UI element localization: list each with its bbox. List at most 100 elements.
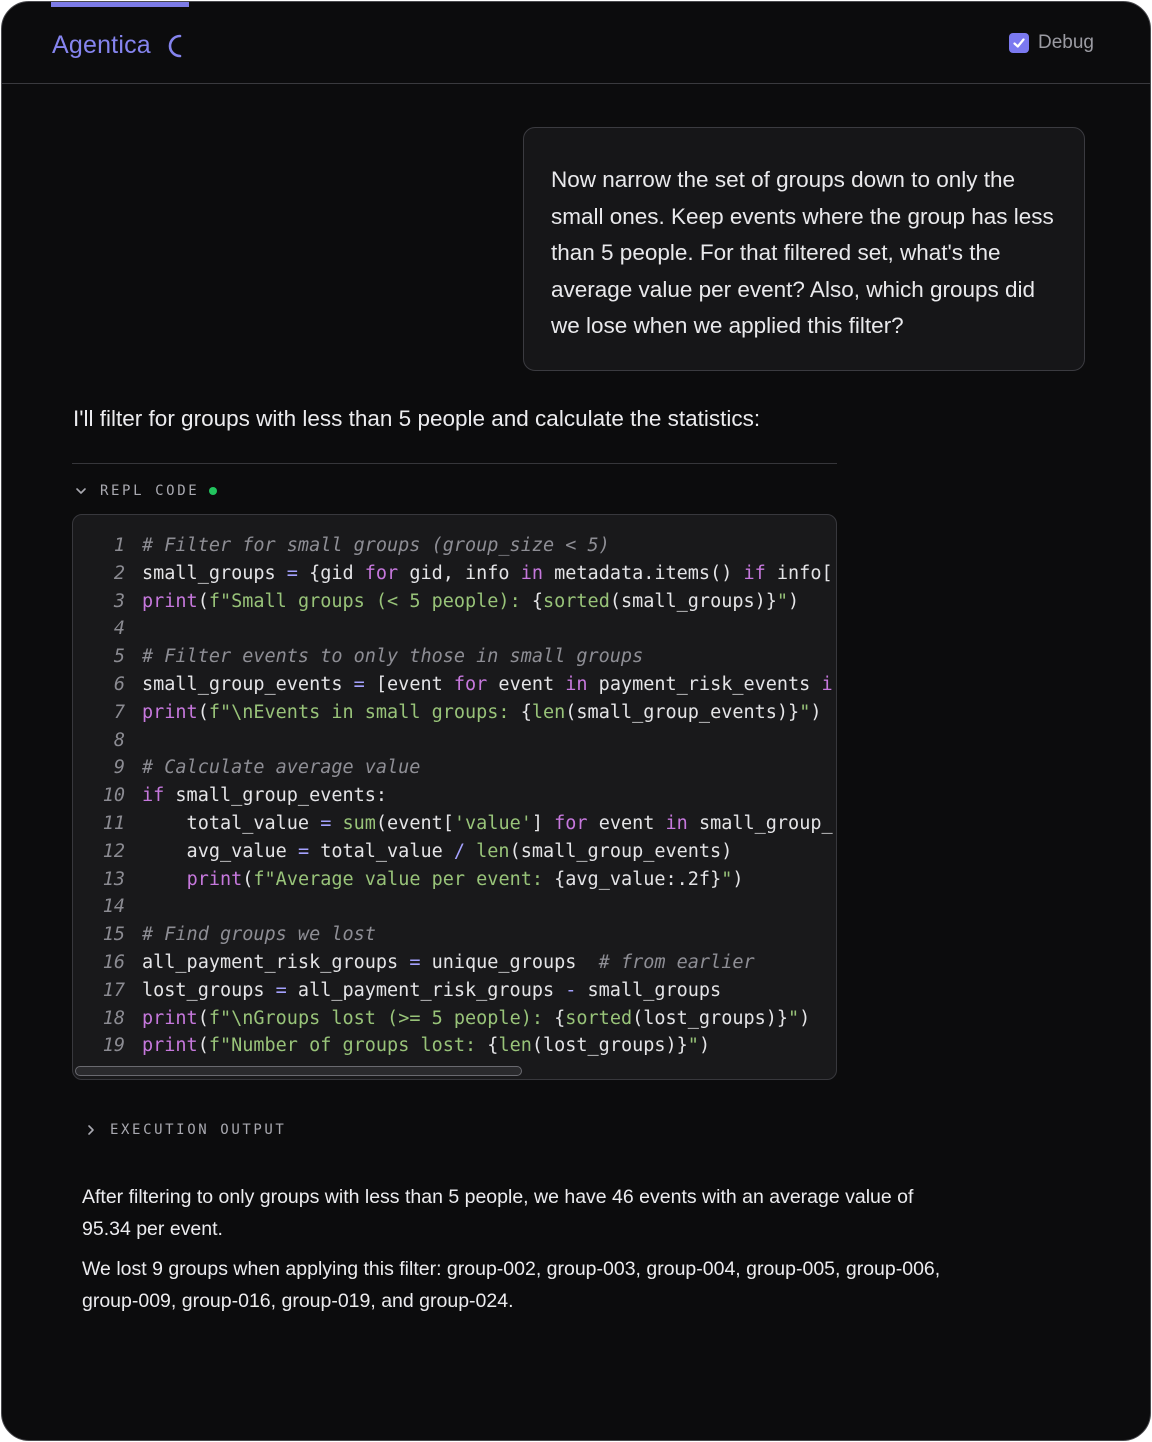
code-token: sorted [565,1007,633,1029]
code-line: 6 small_group_events = [event for event i… [73,671,836,699]
code-token: payment_risk_events [587,673,822,695]
code-text: print(f"\nEvents in small groups: {len(s… [125,699,821,727]
code-token: = [286,562,298,584]
code-token: all_payment_risk_groups [286,979,566,1001]
code-line: 8 [73,727,836,755]
scrollbar-thumb[interactable] [75,1066,522,1076]
code-token: in [520,562,543,584]
code-line: 2 small_groups = {gid for gid, info in me… [73,560,836,588]
code-token: ) [788,590,800,612]
code-text: # Calculate average value [125,754,420,782]
code-token: " [799,701,811,723]
code-token: print [186,868,243,890]
code-line: 3 print(f"Small groups (< 5 people): {sor… [73,588,836,616]
code-text: total_value = sum(event['value'] for eve… [125,810,833,838]
code-line: 1 # Filter for small groups (group_size <… [73,532,836,560]
code-token: { [487,1035,499,1057]
code-token: sorted [543,590,610,612]
brand: Agentica [52,31,187,60]
repl-code-label: REPL CODE [100,483,200,499]
code-token: # Calculate average value [142,757,421,779]
code-token: print [142,590,198,612]
line-number: 9 [113,757,125,779]
line-number: 3 [113,590,125,612]
code-line: 7 print(f"\nEvents in small groups: {len(… [73,699,836,727]
code-token: { [554,1007,566,1029]
code-token: # Find groups we lost [142,924,376,946]
code-token: f"Average value per event: [253,868,555,890]
execution-output-label: EXECUTION OUTPUT [110,1122,287,1138]
code-token: avg_value [142,840,298,862]
code-token: for [364,562,399,584]
debug-toggle[interactable]: Debug [1009,32,1094,54]
line-number: 6 [113,673,125,695]
code-token: if [142,785,165,807]
code-token: len [531,701,566,723]
line-number: 14 [102,896,125,918]
line-number: 12 [102,840,125,862]
code-text: # Filter events to only those in small g… [125,643,643,671]
code-token: ( [197,701,209,723]
code-token: - [565,979,577,1001]
code-token: total_value [142,812,321,834]
code-lines: 1 # Filter for small groups (group_size <… [73,532,836,1060]
line-number: 2 [113,562,125,584]
user-message-text: Now narrow the set of groups down to onl… [551,167,1054,339]
code-token: (small_groups)} [609,590,777,612]
code-token: ( [197,1007,209,1029]
app-window: Agentica Debug Now narrow the set of gro… [1,1,1151,1441]
line-number: 1 [113,535,125,556]
code-token: " [776,590,789,612]
code-token: small_group_ [687,812,833,834]
code-token: (small_group_events)} [565,701,800,723]
code-line: 5 # Filter events to only those in small … [73,643,836,671]
line-number: 5 [113,646,125,668]
debug-checkbox[interactable] [1009,33,1029,53]
code-token: event [587,812,666,834]
code-token: print [142,1007,198,1029]
line-number: 17 [102,979,125,1001]
code-token: {avg_value:.2f} [554,868,722,890]
assistant-intro: I'll filter for groups with less than 5 … [73,406,761,431]
line-number: 4 [113,618,125,640]
code-token: lost_groups [142,979,276,1001]
code-token: ( [242,868,254,890]
code-text: print(f"\nGroups lost (>= 5 people): {so… [125,1005,810,1033]
code-text: # Filter for small groups (group_size < … [125,532,610,560]
code-token: / [453,840,466,862]
code-token: event [487,673,566,695]
horizontal-scrollbar[interactable] [73,1065,836,1079]
code-token: len [476,840,510,862]
chevron-right-icon [88,1125,94,1135]
code-token: info[ [765,562,833,584]
user-message: Now narrow the set of groups down to onl… [523,127,1085,371]
code-line: 13 print(f"Average value per event: {avg… [73,866,836,894]
code-token: " [788,1007,800,1029]
code-token: (small_group_events) [509,840,733,862]
line-number: 8 [113,729,125,751]
code-line: 18 print(f"\nGroups lost (>= 5 people): {… [73,1005,836,1033]
line-number: 18 [102,1007,125,1029]
check-icon [1013,38,1025,48]
code-token: ) [799,1007,811,1029]
code-token: = [320,812,332,834]
code-text: small_groups = {gid for gid, info in met… [125,560,833,588]
code-token: total_value [309,840,454,862]
code-token: {gid [297,562,365,584]
repl-code-toggle[interactable]: REPL CODE [74,483,218,499]
code-text: small_group_events = [event for event in… [125,671,833,699]
chevron-down-icon [76,488,86,494]
code-line: 10 if small_group_events: [73,782,836,810]
code-token: f"Number of groups lost: [208,1035,488,1057]
code-line: 14 [73,893,836,921]
assistant-answer: After filtering to only groups with less… [82,1182,962,1317]
execution-output-toggle[interactable]: EXECUTION OUTPUT [84,1122,286,1138]
code-token: all_payment_risk_groups [142,951,410,973]
code-token: f"\nEvents in small groups: [208,701,521,723]
code-text: print(f"Number of groups lost: {len(lost… [125,1032,710,1060]
code-token: (event[ [375,812,454,834]
code-token: i [821,673,833,695]
